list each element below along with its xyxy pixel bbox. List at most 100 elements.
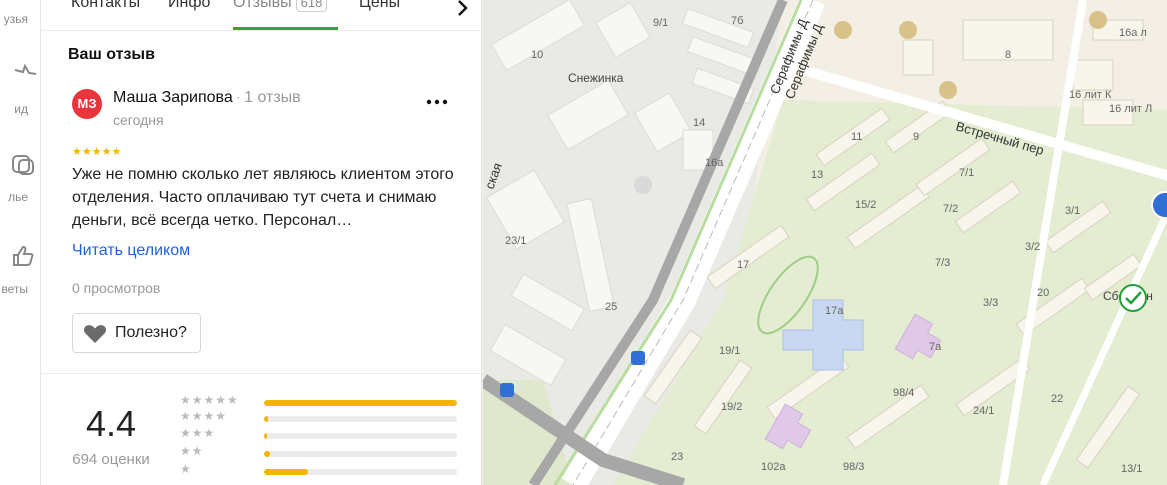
your-review-title: Ваш отзыв xyxy=(68,46,155,63)
house-number: 98/4 xyxy=(893,387,914,399)
rail-item-label: лье xyxy=(8,190,28,204)
house-number: 22 xyxy=(1051,393,1063,405)
tab-reviews[interactable]: Отзывы 618 xyxy=(233,0,328,12)
house-number: 20 xyxy=(1037,287,1049,299)
review-author: Маша Зарипова · 1 отзыв xyxy=(113,89,301,107)
review-date: сегодня xyxy=(113,112,164,128)
author-review-count: 1 отзыв xyxy=(244,89,301,106)
house-number: 16а л xyxy=(1119,27,1147,39)
house-number: 8 xyxy=(1005,49,1011,61)
house-number: 17 xyxy=(737,259,749,271)
rating-row-stars: ★★★ xyxy=(180,426,216,440)
house-number: 102а xyxy=(761,461,786,473)
rating-row-stars: ★★ xyxy=(180,444,204,458)
business-panel: Контакты Инфо Отзывы 618 Цены Ваш отзыв М… xyxy=(41,0,482,485)
reviews-count-badge: 618 xyxy=(295,0,328,12)
rating-row-fill xyxy=(264,469,309,475)
rating-row-track xyxy=(264,400,457,406)
rating-row-track xyxy=(264,451,457,457)
tab-contacts[interactable]: Контакты xyxy=(71,0,140,12)
active-tab-indicator xyxy=(233,27,338,30)
house-number: 7/3 xyxy=(935,257,950,269)
useful-button[interactable]: Полезно? xyxy=(72,313,201,353)
review-text: Уже не помню сколько лет являюсь клиенто… xyxy=(72,166,454,229)
house-number: 7/1 xyxy=(959,167,974,179)
rating-row-stars: ★★★★ xyxy=(180,409,228,423)
rating-row-fill xyxy=(264,451,270,457)
rating-row: ★★★★★ xyxy=(180,393,480,410)
house-number: 3/1 xyxy=(1065,205,1080,217)
bus-stop-icon[interactable] xyxy=(500,383,514,397)
house-number: 23 xyxy=(671,451,683,463)
avatar[interactable]: МЗ xyxy=(72,89,102,119)
rating-row-stars: ★ xyxy=(180,462,192,476)
left-rail: узья ид лье веты xyxy=(0,0,41,485)
house-number: 24/1 xyxy=(973,405,994,417)
rating-row-fill xyxy=(264,400,457,406)
page: { "rail": { "items": [ {"label": "узья",… xyxy=(0,0,1167,485)
house-number: 16а xyxy=(705,157,724,169)
poi-label: Снежинка xyxy=(568,71,624,85)
house-number: 25 xyxy=(605,301,617,313)
map[interactable]: Снежинка Серафимы Д Серафимы Д Встречный… xyxy=(483,0,1167,485)
house-number: 19/1 xyxy=(719,345,740,357)
tab-bar: Контакты Инфо Отзывы 618 Цены xyxy=(41,0,481,31)
house-number: 23/1 xyxy=(505,235,526,247)
more-dots-icon[interactable] xyxy=(423,92,451,112)
read-more-link[interactable]: Читать целиком xyxy=(72,242,190,260)
author-name[interactable]: Маша Зарипова xyxy=(113,89,233,106)
rating-row-track xyxy=(264,416,457,422)
house-number: 7а xyxy=(929,341,942,353)
house-number: 7б xyxy=(731,15,743,27)
house-number: 9 xyxy=(913,131,919,143)
review-views: 0 просмотров xyxy=(72,280,161,296)
house-number: 98/3 xyxy=(843,461,864,473)
rail-item-friends[interactable]: узья xyxy=(0,0,40,40)
heart-icon xyxy=(84,325,106,343)
tab-prices[interactable]: Цены xyxy=(359,0,400,12)
tabs-fade xyxy=(411,0,451,27)
thumbs-up-icon xyxy=(13,245,34,266)
chevron-right-icon[interactable] xyxy=(450,0,476,20)
author-separator: · xyxy=(235,89,242,106)
poi-marker-icon[interactable] xyxy=(834,21,852,39)
house-number: 16 лит Л xyxy=(1109,103,1152,115)
rail-item-label: веты xyxy=(1,282,28,296)
sberbank-icon[interactable] xyxy=(1119,284,1147,312)
house-number: 15/2 xyxy=(855,199,876,211)
rating-row: ★★★★ xyxy=(180,409,480,426)
star-icon xyxy=(14,64,37,75)
poi-marker-icon[interactable] xyxy=(899,21,917,39)
rail-item-tips[interactable]: веты xyxy=(0,240,40,300)
house-number: 3/2 xyxy=(1025,241,1040,253)
rail-item-gallery[interactable]: лье xyxy=(0,148,40,208)
house-number: 16 лит К xyxy=(1069,89,1112,101)
rating-row: ★ xyxy=(180,462,480,479)
house-number: 11 xyxy=(851,131,862,143)
house-number: 3/3 xyxy=(983,297,998,309)
rating-row: ★★★ xyxy=(180,426,480,443)
useful-label: Полезно? xyxy=(115,324,187,341)
review-stars: ★★★★★ xyxy=(72,146,122,158)
divider xyxy=(41,373,481,374)
rating-row-fill xyxy=(264,433,267,439)
rating-value: 4.4 xyxy=(85,403,137,444)
poi-marker-icon[interactable] xyxy=(939,81,957,99)
rail-item-label: ид xyxy=(14,102,28,116)
house-number: 19/2 xyxy=(721,401,742,413)
home-icon[interactable] xyxy=(634,176,652,194)
house-number: 14 xyxy=(693,117,705,129)
map-canvas[interactable]: Снежинка Серафимы Д Серафимы Д Встречный… xyxy=(483,0,1167,485)
rating-row-fill xyxy=(264,416,268,422)
house-number: 10 xyxy=(531,49,543,61)
poi-marker-icon[interactable] xyxy=(1089,11,1107,29)
gallery-icon xyxy=(12,155,34,175)
house-number: 17а xyxy=(825,305,844,317)
bus-stop-icon[interactable] xyxy=(631,351,645,365)
rail-item-guide[interactable]: ид xyxy=(0,60,40,120)
rating-row-track xyxy=(264,469,457,475)
rating-row-track xyxy=(264,433,457,439)
tab-info[interactable]: Инфо xyxy=(168,0,210,12)
house-number: 13/1 xyxy=(1121,463,1142,475)
rating-row-stars: ★★★★★ xyxy=(180,393,239,407)
